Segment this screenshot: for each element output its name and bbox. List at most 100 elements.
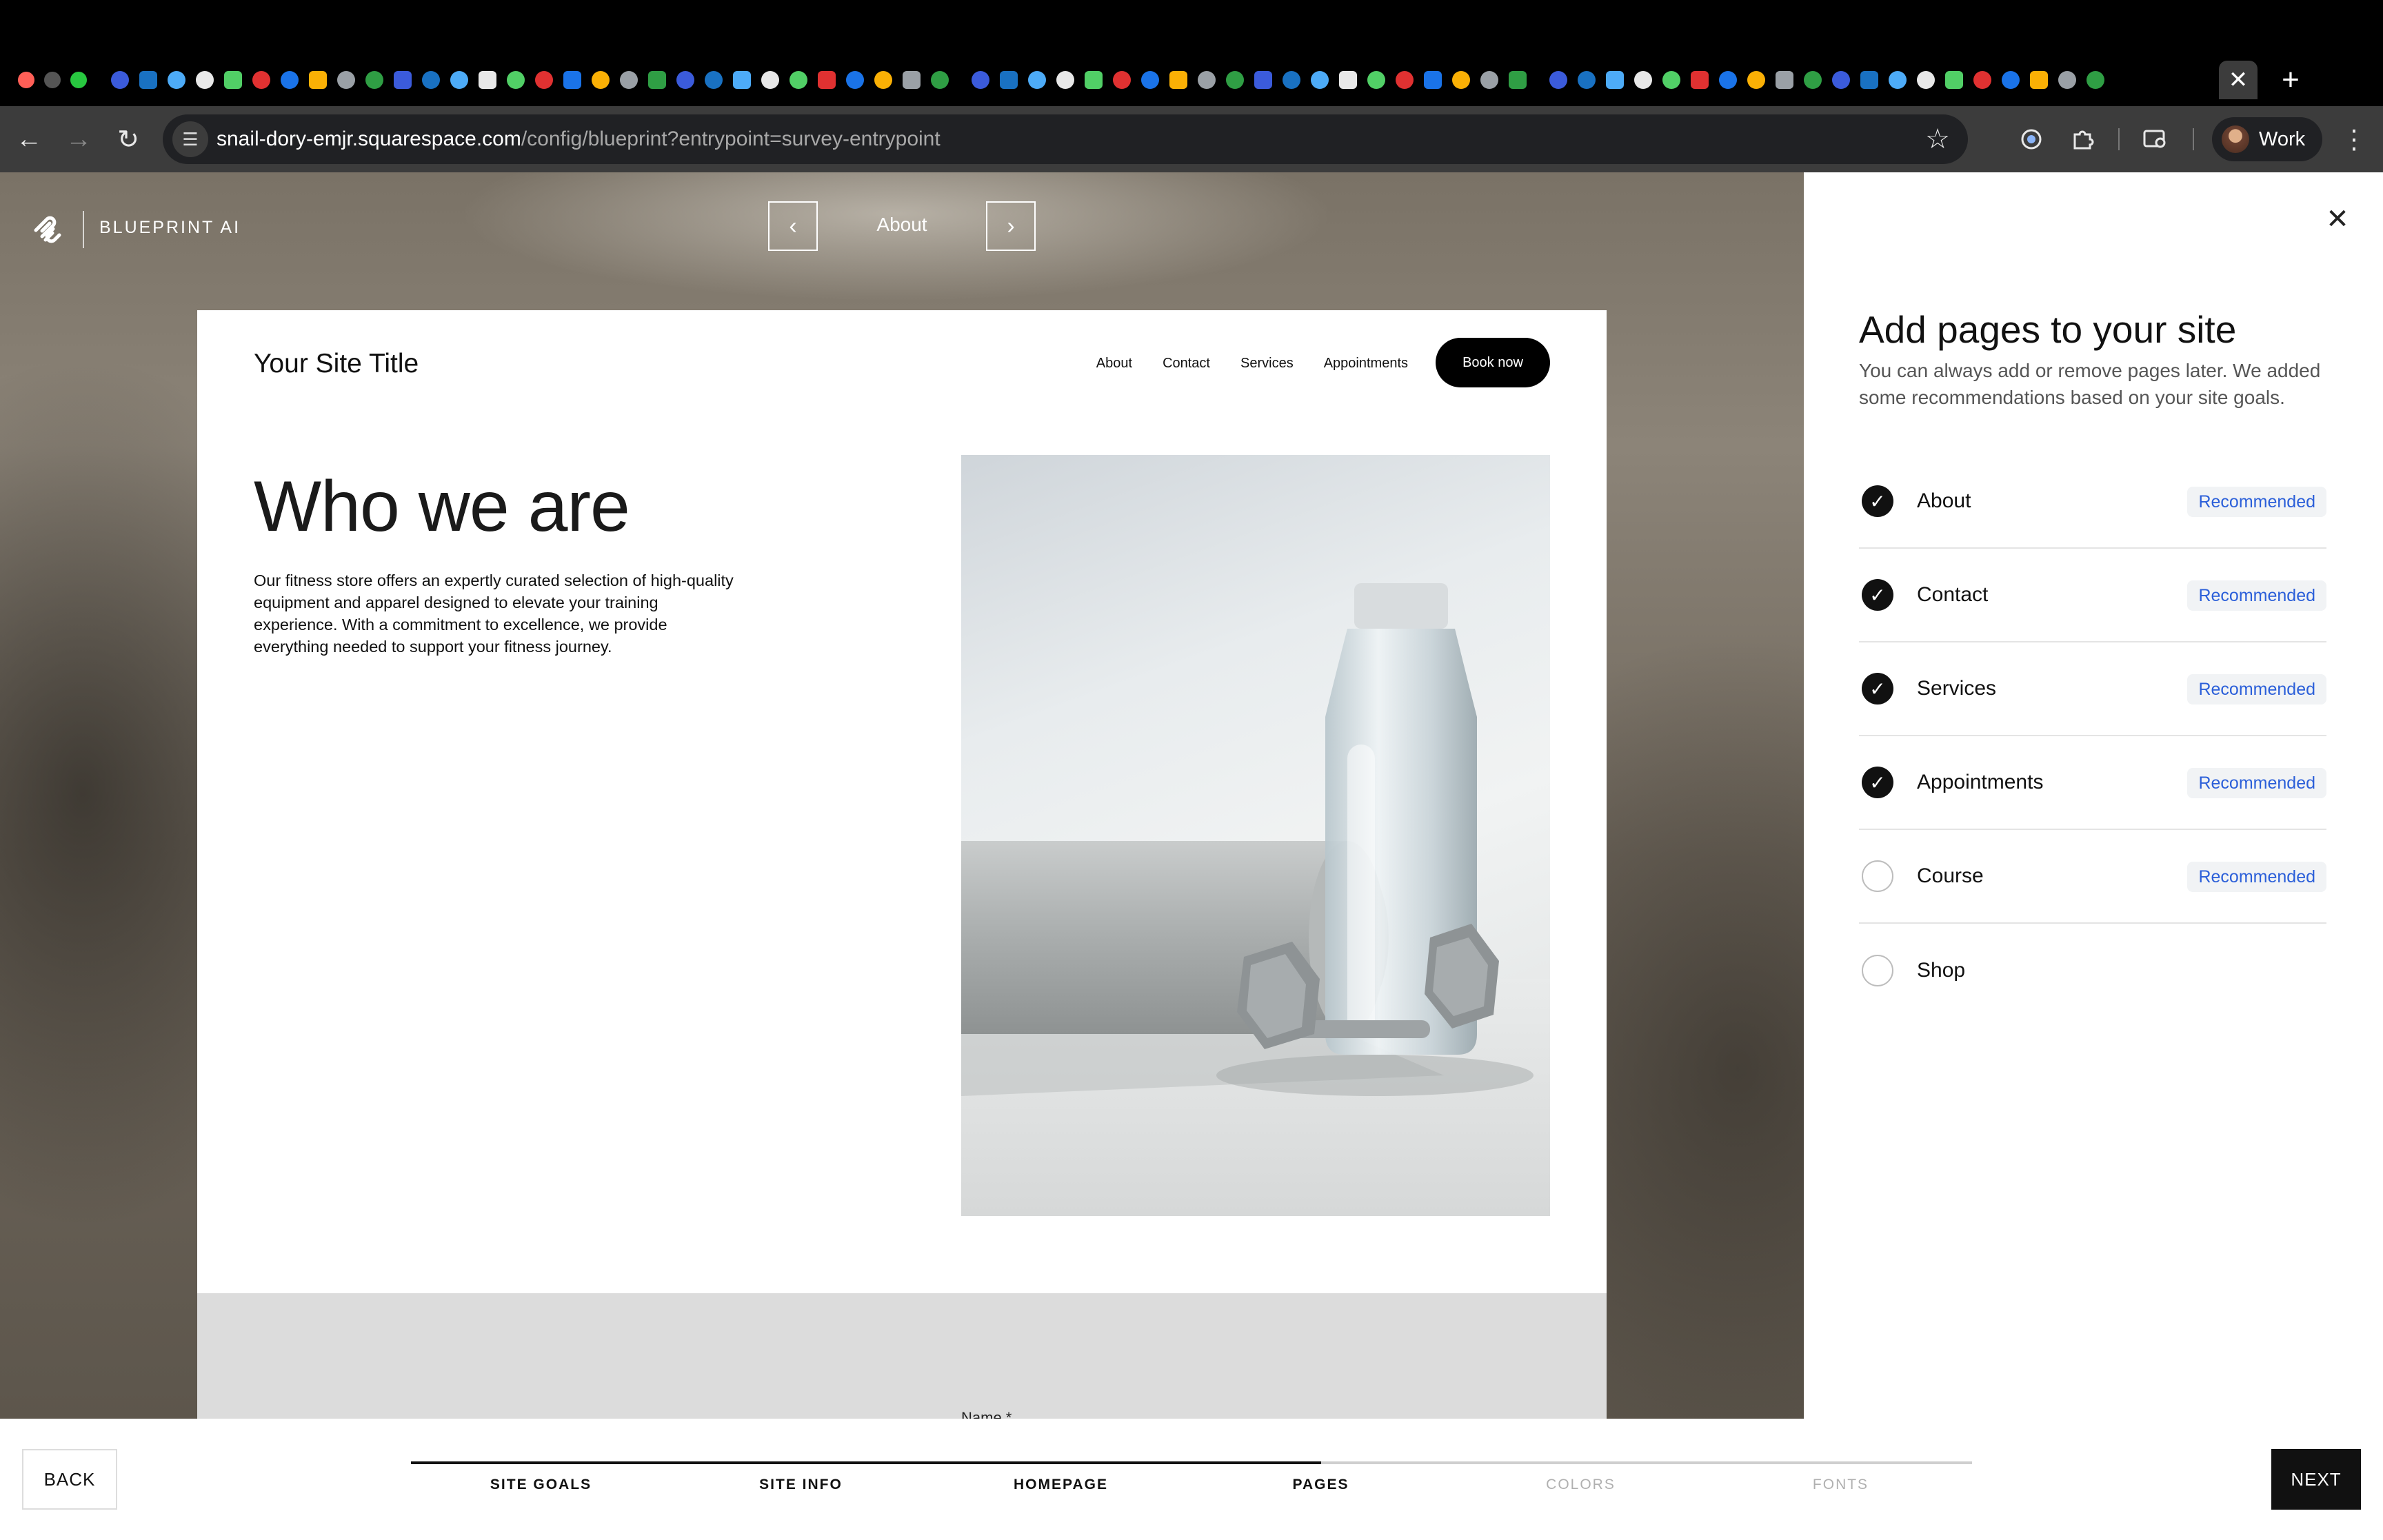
extensions-puzzle-icon[interactable]	[2063, 120, 2102, 159]
pinned-tab-favicon-icon[interactable]	[1136, 66, 1164, 94]
checked-checkbox-icon[interactable]: ✓	[1862, 579, 1893, 611]
pinned-tab-favicon-icon[interactable]	[1997, 66, 2024, 94]
pinned-tab-favicon-icon[interactable]	[728, 66, 756, 94]
pinned-tab-favicon-icon[interactable]	[2053, 66, 2081, 94]
pinned-tab-favicon-icon[interactable]	[389, 66, 416, 94]
new-tab-button[interactable]: +	[2271, 61, 2310, 99]
page-option-course[interactable]: Course Recommended	[1859, 830, 2326, 924]
pinned-tab-favicon-icon[interactable]	[502, 66, 530, 94]
pinned-tab-favicon-icon[interactable]	[1363, 66, 1390, 94]
pinned-tab-favicon-icon[interactable]	[1686, 66, 1713, 94]
site-nav-about[interactable]: About	[1096, 356, 1132, 372]
pinned-tab-favicon-icon[interactable]	[445, 66, 473, 94]
pinned-tab-favicon-icon[interactable]	[1306, 66, 1334, 94]
zoom-window-button[interactable]	[70, 72, 87, 88]
pinned-tab-favicon-icon[interactable]	[995, 66, 1023, 94]
pinned-tab-favicon-icon[interactable]	[700, 66, 727, 94]
pinned-tab-favicon-icon[interactable]	[1334, 66, 1362, 94]
pinned-tab-favicon-icon[interactable]	[813, 66, 841, 94]
page-option-shop[interactable]: Shop	[1859, 924, 2326, 1017]
pinned-tab-favicon-icon[interactable]	[1278, 66, 1305, 94]
pinned-tab-favicon-icon[interactable]	[276, 66, 303, 94]
pinned-tab-favicon-icon[interactable]	[417, 66, 445, 94]
pinned-tab-favicon-icon[interactable]	[1912, 66, 1940, 94]
address-bar[interactable]: ☰ snail-dory-emjr.squarespace.com/config…	[163, 114, 1968, 164]
pinned-tab-favicon-icon[interactable]	[1545, 66, 1572, 94]
pinned-tab-favicon-icon[interactable]	[248, 66, 275, 94]
pinned-tab-favicon-icon[interactable]	[587, 66, 614, 94]
pinned-tab-favicon-icon[interactable]	[163, 66, 190, 94]
pinned-tab-favicon-icon[interactable]	[191, 66, 219, 94]
pinned-tab-favicon-icon[interactable]	[1052, 66, 1079, 94]
page-option-appointments[interactable]: ✓ Appointments Recommended	[1859, 736, 2326, 830]
back-arrow-icon[interactable]: ←	[10, 120, 48, 159]
bookmark-star-icon[interactable]: ☆	[1925, 124, 1950, 154]
browser-menu-icon[interactable]: ⋮	[2335, 120, 2373, 159]
pinned-tab-favicon-icon[interactable]	[1940, 66, 1968, 94]
profile-button[interactable]: Work	[2212, 117, 2322, 161]
pinned-tab-favicon-icon[interactable]	[1504, 66, 1531, 94]
site-settings-icon[interactable]: ☰	[172, 121, 208, 157]
pinned-tab-favicon-icon[interactable]	[672, 66, 699, 94]
pinned-tab-favicon-icon[interactable]	[1884, 66, 1911, 94]
pinned-tab-favicon-icon[interactable]	[2025, 66, 2053, 94]
pinned-tab-favicon-icon[interactable]	[474, 66, 501, 94]
pinned-tab-favicon-icon[interactable]	[643, 66, 671, 94]
page-option-contact[interactable]: ✓ Contact Recommended	[1859, 549, 2326, 642]
minimize-window-button[interactable]	[44, 72, 61, 88]
pinned-tab-favicon-icon[interactable]	[926, 66, 954, 94]
pinned-tab-favicon-icon[interactable]	[106, 66, 134, 94]
site-nav-appointments[interactable]: Appointments	[1324, 356, 1408, 372]
pinned-tab-favicon-icon[interactable]	[1771, 66, 1798, 94]
pinned-tab-favicon-icon[interactable]	[1249, 66, 1277, 94]
pinned-tab-favicon-icon[interactable]	[1573, 66, 1600, 94]
pinned-tab-favicon-icon[interactable]	[1629, 66, 1657, 94]
next-button[interactable]: NEXT	[2271, 1449, 2361, 1510]
previous-page-button[interactable]: ‹	[768, 201, 818, 251]
checked-checkbox-icon[interactable]: ✓	[1862, 673, 1893, 705]
pinned-tab-favicon-icon[interactable]	[1799, 66, 1827, 94]
pinned-tab-favicon-icon[interactable]	[530, 66, 558, 94]
pinned-tab-favicon-icon[interactable]	[1714, 66, 1742, 94]
pinned-tab-favicon-icon[interactable]	[134, 66, 162, 94]
pinned-tab-favicon-icon[interactable]	[1601, 66, 1629, 94]
pinned-tab-favicon-icon[interactable]	[841, 66, 869, 94]
site-nav-services[interactable]: Services	[1240, 356, 1294, 372]
forward-arrow-icon[interactable]: →	[59, 120, 98, 159]
checked-checkbox-icon[interactable]: ✓	[1862, 485, 1893, 517]
next-page-button[interactable]: ›	[986, 201, 1036, 251]
pinned-tab-favicon-icon[interactable]	[2082, 66, 2109, 94]
url-text[interactable]: snail-dory-emjr.squarespace.com/config/b…	[217, 125, 941, 153]
close-window-button[interactable]	[18, 72, 34, 88]
pinned-tab-favicon-icon[interactable]	[967, 66, 994, 94]
pinned-tab-favicon-icon[interactable]	[1023, 66, 1051, 94]
unchecked-checkbox-icon[interactable]	[1862, 860, 1893, 892]
pinned-tab-favicon-icon[interactable]	[1391, 66, 1418, 94]
pinned-tab-favicon-icon[interactable]	[1419, 66, 1447, 94]
unchecked-checkbox-icon[interactable]	[1862, 955, 1893, 986]
reload-icon[interactable]: ↻	[109, 120, 148, 159]
pinned-tab-favicon-icon[interactable]	[615, 66, 643, 94]
page-option-about[interactable]: ✓ About Recommended	[1859, 455, 2326, 549]
pinned-tab-favicon-icon[interactable]	[361, 66, 388, 94]
pinned-tab-favicon-icon[interactable]	[219, 66, 247, 94]
site-nav-contact[interactable]: Contact	[1163, 356, 1210, 372]
close-icon[interactable]: ✕	[2318, 200, 2357, 239]
password-manager-icon[interactable]	[2012, 120, 2051, 159]
pinned-tab-favicon-icon[interactable]	[1193, 66, 1220, 94]
pinned-tab-favicon-icon[interactable]	[756, 66, 784, 94]
book-now-button[interactable]: Book now	[1436, 338, 1550, 387]
back-button[interactable]: BACK	[22, 1449, 117, 1510]
pinned-tab-favicon-icon[interactable]	[898, 66, 925, 94]
pinned-tab-favicon-icon[interactable]	[332, 66, 360, 94]
pinned-tab-favicon-icon[interactable]	[1856, 66, 1883, 94]
pinned-tab-favicon-icon[interactable]	[1165, 66, 1192, 94]
active-tab-close-icon[interactable]: ✕	[2219, 61, 2258, 99]
pinned-tab-favicon-icon[interactable]	[1827, 66, 1855, 94]
pinned-tab-favicon-icon[interactable]	[1969, 66, 1996, 94]
pinned-tab-favicon-icon[interactable]	[304, 66, 332, 94]
tab-search-icon[interactable]	[2136, 120, 2175, 159]
pinned-tab-favicon-icon[interactable]	[785, 66, 812, 94]
pinned-tab-favicon-icon[interactable]	[1221, 66, 1249, 94]
pinned-tab-favicon-icon[interactable]	[1742, 66, 1770, 94]
